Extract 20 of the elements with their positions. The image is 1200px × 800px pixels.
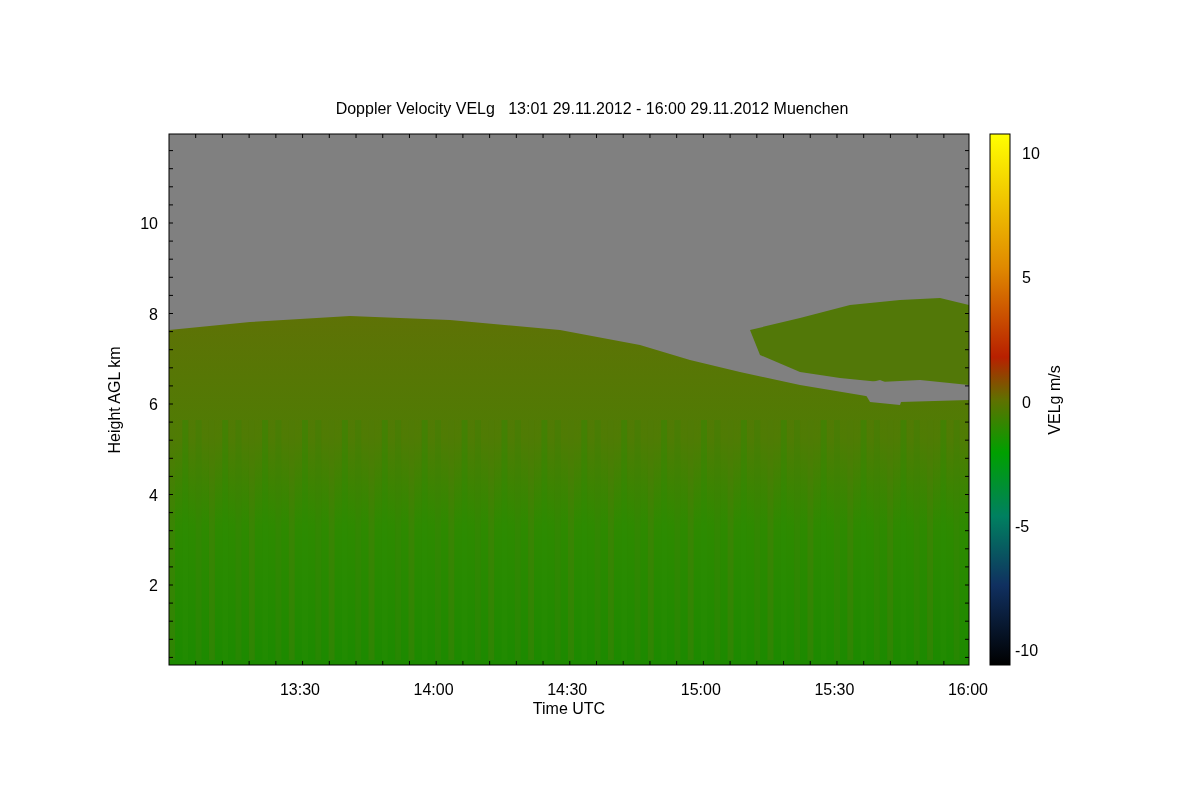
colorbar-tick-label: -5 xyxy=(1015,517,1030,535)
y-tick-label: 4 xyxy=(149,486,158,504)
colorbar-title: VELg m/s xyxy=(1046,365,1063,435)
y-tick-label: 8 xyxy=(149,305,158,323)
x-tick-label: 15:30 xyxy=(814,681,855,698)
colorbar-tick-label: -10 xyxy=(1015,642,1039,659)
x-tick-label: 13:30 xyxy=(280,681,320,698)
x-tick-label: 14:30 xyxy=(547,681,588,698)
chart-title: Doppler Velocity VELg 13:01 29.11.2012 - 16:00 29.11.2012 Muenchen xyxy=(335,100,849,117)
x-tick-label: 14:00 xyxy=(413,681,454,698)
colorbar-tick-label: 0 xyxy=(1022,393,1031,411)
y-axis-title: Height AGL km xyxy=(106,346,123,454)
x-axis-title: Time UTC xyxy=(532,700,606,717)
x-tick-label: 16:00 xyxy=(948,681,988,698)
y-tick-label: 10 xyxy=(140,215,158,232)
x-tick-label: 15:00 xyxy=(680,681,721,698)
y-tick-label: 2 xyxy=(149,577,158,594)
colorbar-tick-label: 5 xyxy=(1022,269,1031,287)
y-tick-label: 6 xyxy=(149,396,158,413)
colorbar-tick-label: 10 xyxy=(1022,145,1040,162)
